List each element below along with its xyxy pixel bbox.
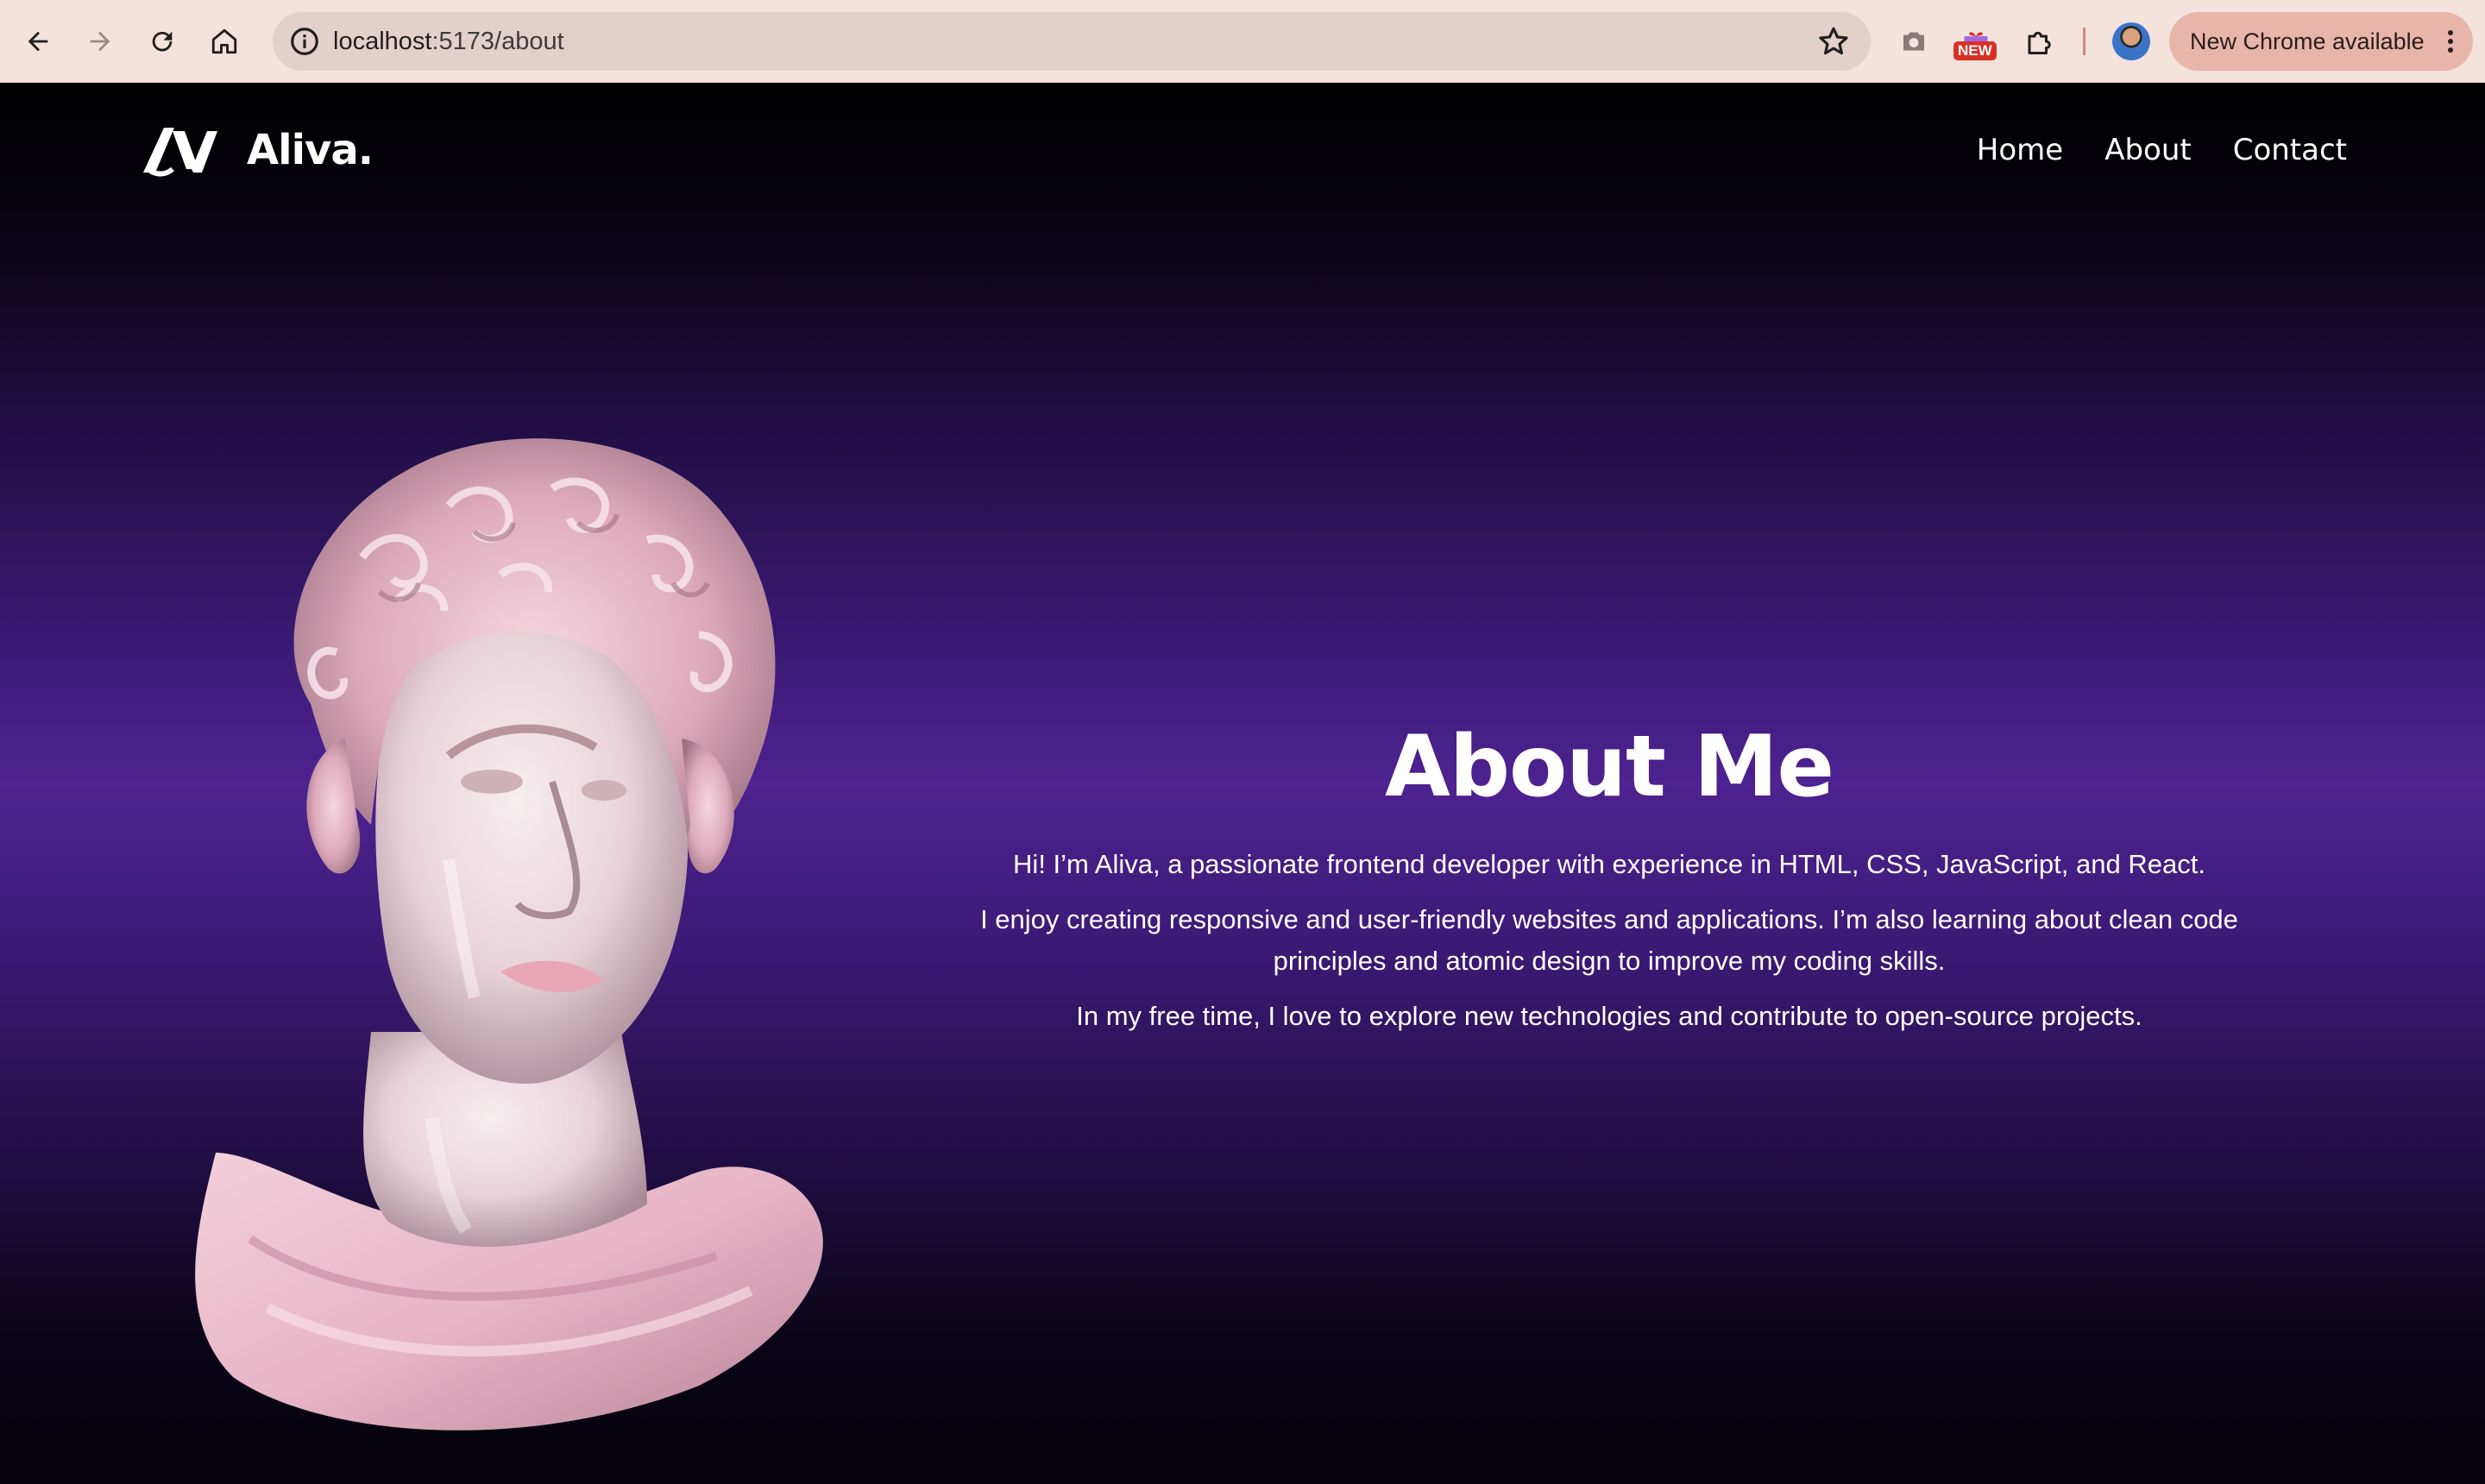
new-badge: NEW	[1953, 41, 1997, 60]
new-chrome-available-button[interactable]: New Chrome available	[2169, 12, 2473, 71]
about-paragraph-free-time: In my free time, I love to explore new t…	[1076, 1001, 2142, 1031]
about-paragraph-skills: I enjoy creating responsive and user-fri…	[980, 904, 2238, 976]
about-section: About Me Hi! I’m Aliva, a passionate fro…	[932, 718, 2287, 1051]
forward-button[interactable]	[79, 21, 121, 62]
kebab-menu-icon	[2448, 30, 2453, 53]
site-header: Aliva. Home About Contact	[0, 83, 2485, 221]
extensions-icon	[2028, 31, 2051, 54]
profile-avatar[interactable]	[2112, 22, 2150, 60]
home-button[interactable]	[204, 21, 245, 62]
nav-link-home[interactable]: Home	[1977, 133, 2063, 167]
camera-button[interactable]	[1893, 21, 1935, 62]
browser-toolbar: localhost:5173/about NEW New Chrome avai…	[0, 0, 2485, 83]
extensions-button[interactable]	[2019, 21, 2060, 62]
toolbar-divider	[2083, 28, 2086, 55]
home-icon	[211, 28, 237, 54]
bookmark-star-icon[interactable]	[1815, 23, 1852, 60]
back-button[interactable]	[17, 21, 59, 62]
logo-icon[interactable]	[138, 121, 219, 179]
reload-icon	[152, 31, 173, 52]
url-text[interactable]: localhost:5173/about	[333, 12, 564, 71]
forward-arrow-icon	[90, 31, 110, 52]
reload-button[interactable]	[142, 21, 183, 62]
about-page: Aliva. Home About Contact About Me Hi! I…	[0, 83, 2485, 1484]
brand-name[interactable]: Aliva.	[247, 126, 374, 174]
back-arrow-icon	[28, 31, 48, 52]
nav-link-contact[interactable]: Contact	[2233, 133, 2347, 167]
nav-link-about[interactable]: About	[2104, 133, 2192, 167]
main-nav: Home About Contact	[1977, 133, 2347, 167]
camera-icon	[1903, 32, 1924, 51]
address-bar[interactable]: localhost:5173/about	[273, 12, 1871, 71]
site-info-icon[interactable]	[288, 25, 321, 58]
about-paragraph-intro: Hi! I’m Aliva, a passionate frontend dev…	[1013, 849, 2205, 879]
about-title: About Me	[1384, 718, 1834, 816]
bust-image	[195, 438, 823, 1431]
